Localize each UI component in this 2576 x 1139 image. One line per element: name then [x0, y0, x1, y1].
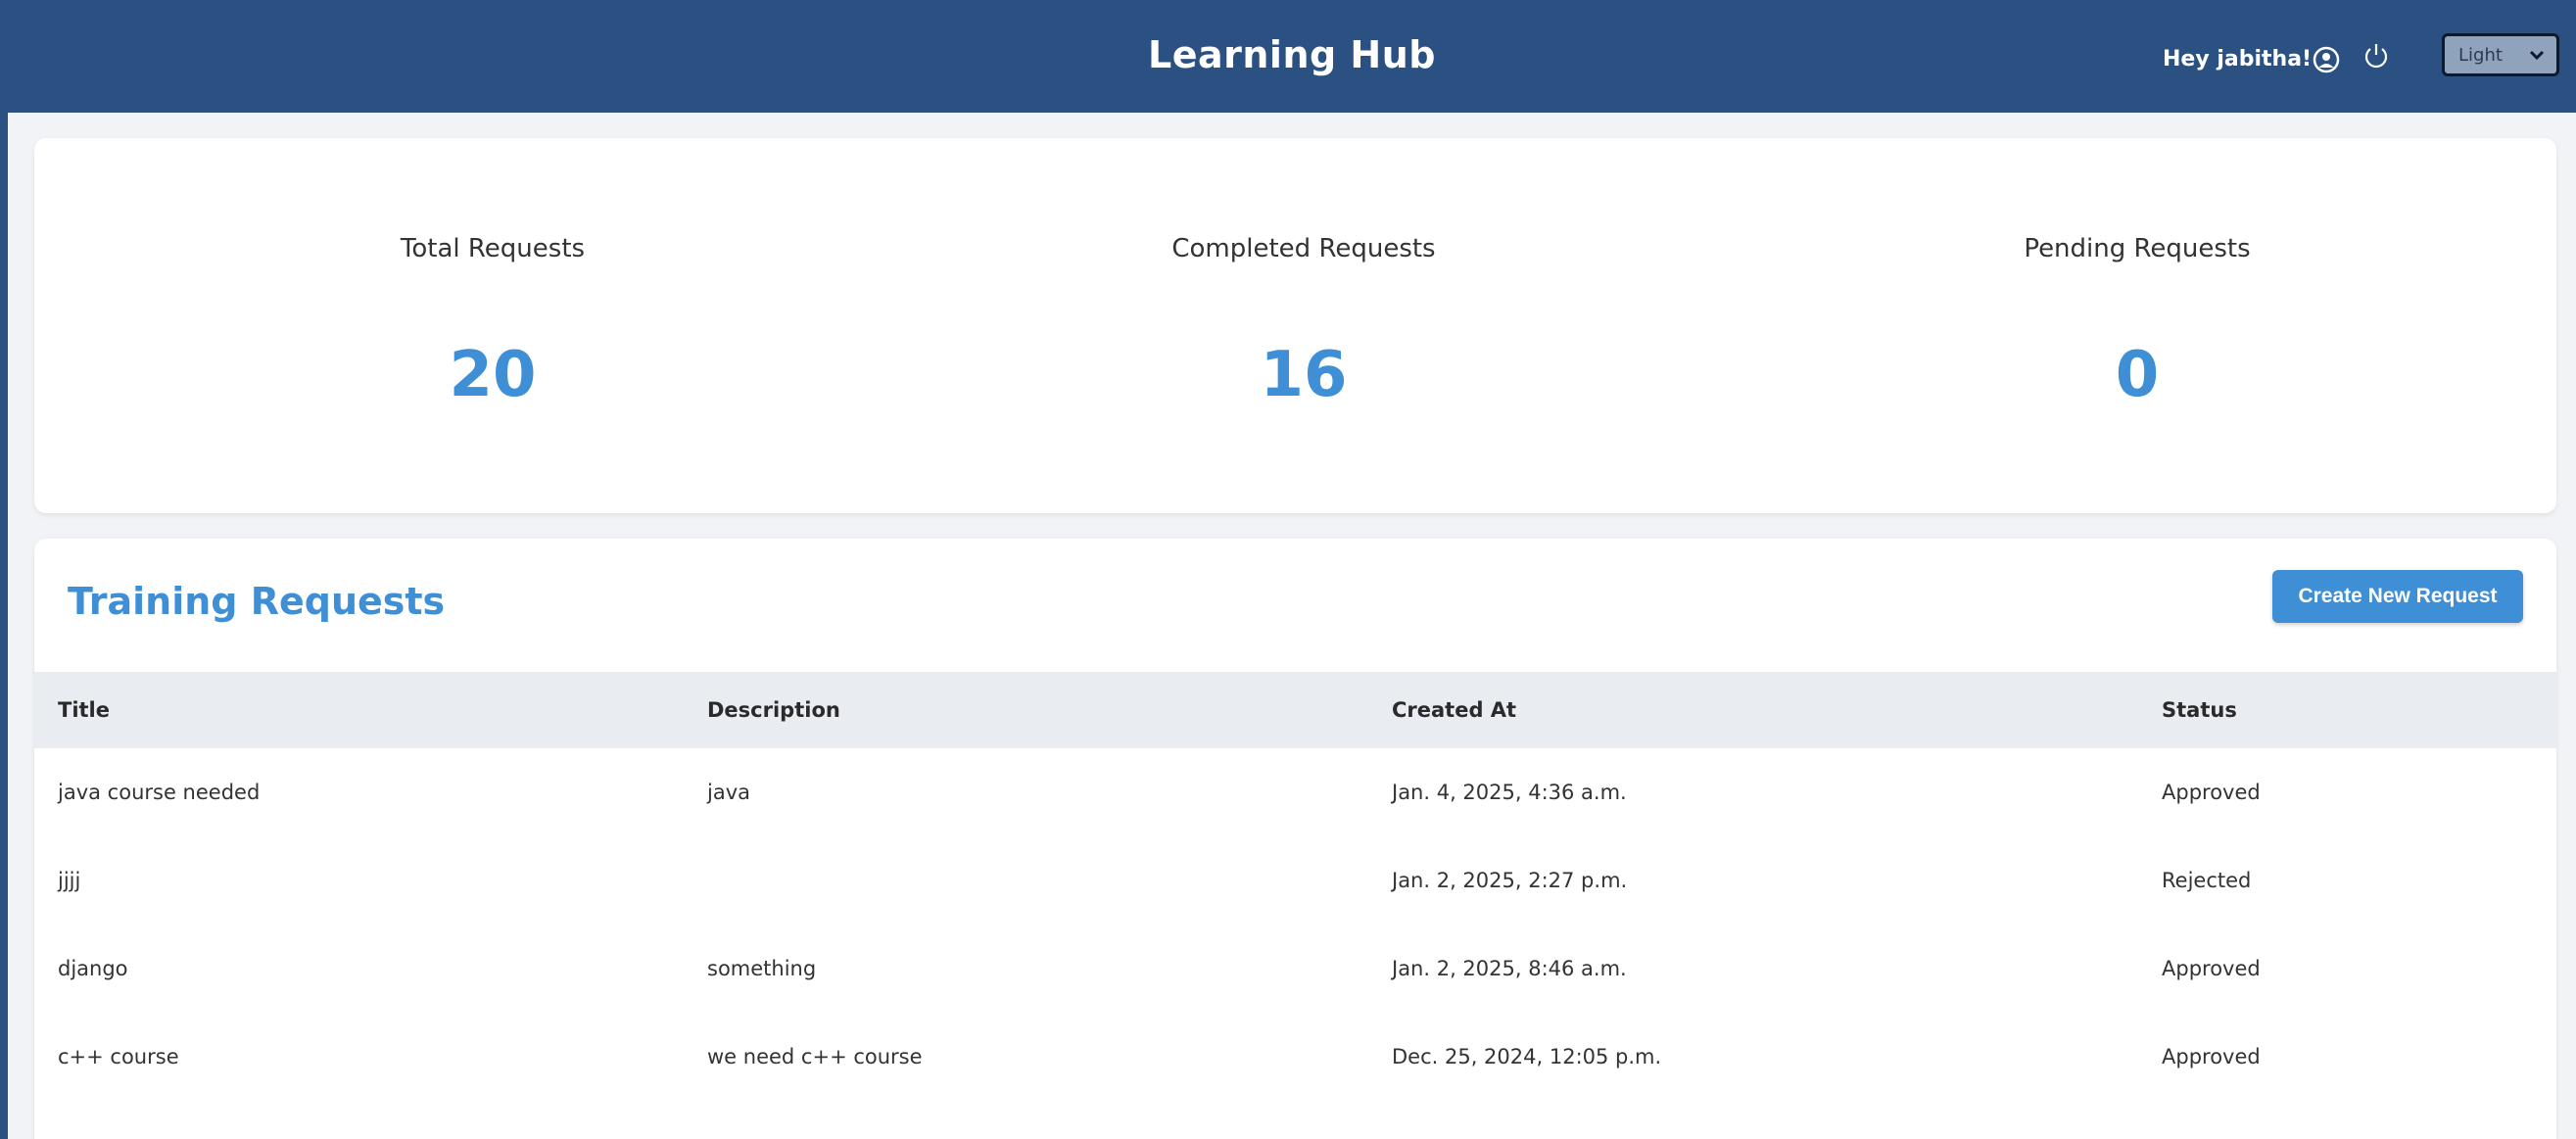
stat-label: Pending Requests — [2024, 234, 2251, 263]
training-requests-card: Training Requests Create New Request Tit… — [34, 539, 2556, 1139]
create-new-request-button[interactable]: Create New Request — [2272, 570, 2523, 623]
chevron-down-icon — [2529, 50, 2545, 61]
page: Learning Hub Hey jabitha! Light Total Re… — [8, 6, 2576, 1139]
table-row[interactable]: jjjj Jan. 2, 2025, 2:27 p.m. Rejected — [34, 836, 2556, 925]
top-header: Learning Hub Hey jabitha! Light — [8, 6, 2576, 113]
table-row[interactable]: java course needed java Jan. 4, 2025, 4:… — [34, 748, 2556, 836]
column-header-created-at: Created At — [1392, 698, 1517, 722]
user-profile-icon[interactable] — [2310, 43, 2343, 76]
cell-created-at: Dec. 25, 2024, 12:05 p.m. — [1392, 1045, 1662, 1068]
stat-value: 0 — [2115, 339, 2160, 411]
column-header-title: Title — [58, 698, 111, 722]
column-header-status: Status — [2162, 698, 2237, 722]
cell-status: Approved — [2162, 957, 2261, 980]
theme-select-value: Light — [2458, 44, 2503, 66]
cell-description — [707, 836, 1392, 925]
stat-value: 16 — [1260, 339, 1348, 411]
stat-label: Total Requests — [400, 234, 586, 263]
cell-description: java — [707, 781, 750, 804]
logout-power-icon[interactable] — [2360, 39, 2393, 72]
table-row[interactable]: django something Jan. 2, 2025, 8:46 a.m.… — [34, 925, 2556, 1013]
stat-label: Completed Requests — [1171, 234, 1436, 263]
table-row[interactable]: c++ course we need c++ course Dec. 25, 2… — [34, 1013, 2556, 1101]
cell-description: we need c++ course — [707, 1045, 923, 1068]
theme-select[interactable]: Light — [2442, 33, 2559, 76]
requests-table: Title Description Created At Status java… — [34, 672, 2556, 1101]
cell-status: Rejected — [2162, 869, 2252, 892]
column-header-description: Description — [707, 698, 840, 722]
section-title: Training Requests — [68, 580, 446, 623]
cell-description: something — [707, 957, 817, 980]
cell-created-at: Jan. 2, 2025, 8:46 a.m. — [1392, 957, 1627, 980]
table-header-row: Title Description Created At Status — [34, 672, 2556, 748]
stat-value: 20 — [449, 339, 537, 411]
cell-created-at: Jan. 2, 2025, 2:27 p.m. — [1392, 869, 1628, 892]
cell-title: c++ course — [58, 1045, 179, 1068]
cell-created-at: Jan. 4, 2025, 4:36 a.m. — [1392, 781, 1627, 804]
cell-status: Approved — [2162, 1045, 2261, 1068]
cell-status: Approved — [2162, 781, 2261, 804]
cell-title: java course needed — [58, 781, 261, 804]
cell-title: jjjj — [58, 869, 81, 892]
user-greeting: Hey jabitha! — [2163, 47, 2313, 71]
cell-title: django — [58, 957, 128, 980]
stats-card: Total Requests 20 Completed Requests 16 … — [34, 138, 2556, 513]
